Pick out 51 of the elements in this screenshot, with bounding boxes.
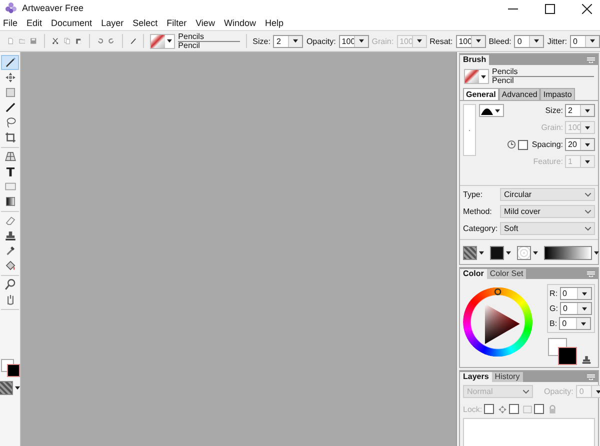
menu-item[interactable]: Window [224, 18, 256, 28]
field-label: Grain: [541, 123, 563, 132]
value-field[interactable]: 0 [514, 34, 544, 48]
panel-title: Brush [460, 55, 490, 65]
menu-item[interactable]: View [196, 18, 215, 28]
field-label: G: [550, 304, 558, 313]
field-label: Resat: [430, 36, 453, 46]
window-title: Artweaver Free [22, 3, 84, 13]
value-field[interactable]: 2 [273, 34, 304, 48]
panel-tab[interactable]: History [492, 372, 523, 382]
field-label: Method: [463, 207, 493, 216]
field-label: Type: [463, 190, 484, 199]
field-label: Bleed: [488, 36, 512, 46]
field-label: Category: [463, 224, 499, 233]
menu-item[interactable]: Help [264, 18, 284, 28]
value-field[interactable]: 0 [560, 302, 592, 315]
panel-tab[interactable]: Impasto [540, 88, 575, 100]
brush-category-label: Pencils [492, 68, 519, 76]
value-field[interactable]: 0 [560, 287, 592, 300]
dropdown[interactable]: Mild cover [500, 205, 595, 218]
dropdown[interactable]: Soft [500, 222, 595, 235]
field-label: Jitter: [547, 36, 567, 46]
panel-tab[interactable]: Color Set [486, 269, 526, 279]
panel-tab[interactable]: General [463, 88, 499, 100]
panel-tab[interactable]: Advanced [498, 88, 540, 100]
value-field[interactable]: 0 [559, 317, 592, 330]
field-label: Size: [545, 106, 563, 115]
field-label: Grain: [372, 36, 394, 46]
field-label: R: [550, 289, 558, 298]
brush-name-label: Pencil [492, 76, 594, 85]
menu-item[interactable]: Layer [101, 18, 124, 28]
field-label: Spacing: [532, 140, 563, 149]
menu-item[interactable]: Select [132, 18, 158, 28]
menu-item[interactable]: Edit [26, 18, 42, 28]
panel-tab[interactable]: Color [460, 269, 487, 279]
value-field[interactable]: 20 [565, 138, 595, 151]
brush-category-label: Pencils [178, 32, 205, 40]
value-field[interactable]: 0 [570, 34, 600, 48]
menu-item[interactable]: Filter [166, 18, 187, 28]
dropdown[interactable]: Circular [500, 188, 595, 201]
field-label: Opacity: [306, 36, 336, 46]
field-label: B: [550, 319, 558, 328]
brush-name-label: Pencil [178, 40, 240, 50]
field-label: Size: [252, 36, 270, 46]
field-label: Opacity: [544, 387, 574, 396]
value-field[interactable]: 2 [565, 104, 595, 117]
field-label: Lock: [463, 404, 482, 414]
menu-item[interactable]: Document [51, 18, 92, 28]
field-label: Feature: [533, 157, 563, 166]
menu-item[interactable]: File [3, 18, 18, 28]
panel-tab[interactable]: Layers [460, 372, 492, 382]
